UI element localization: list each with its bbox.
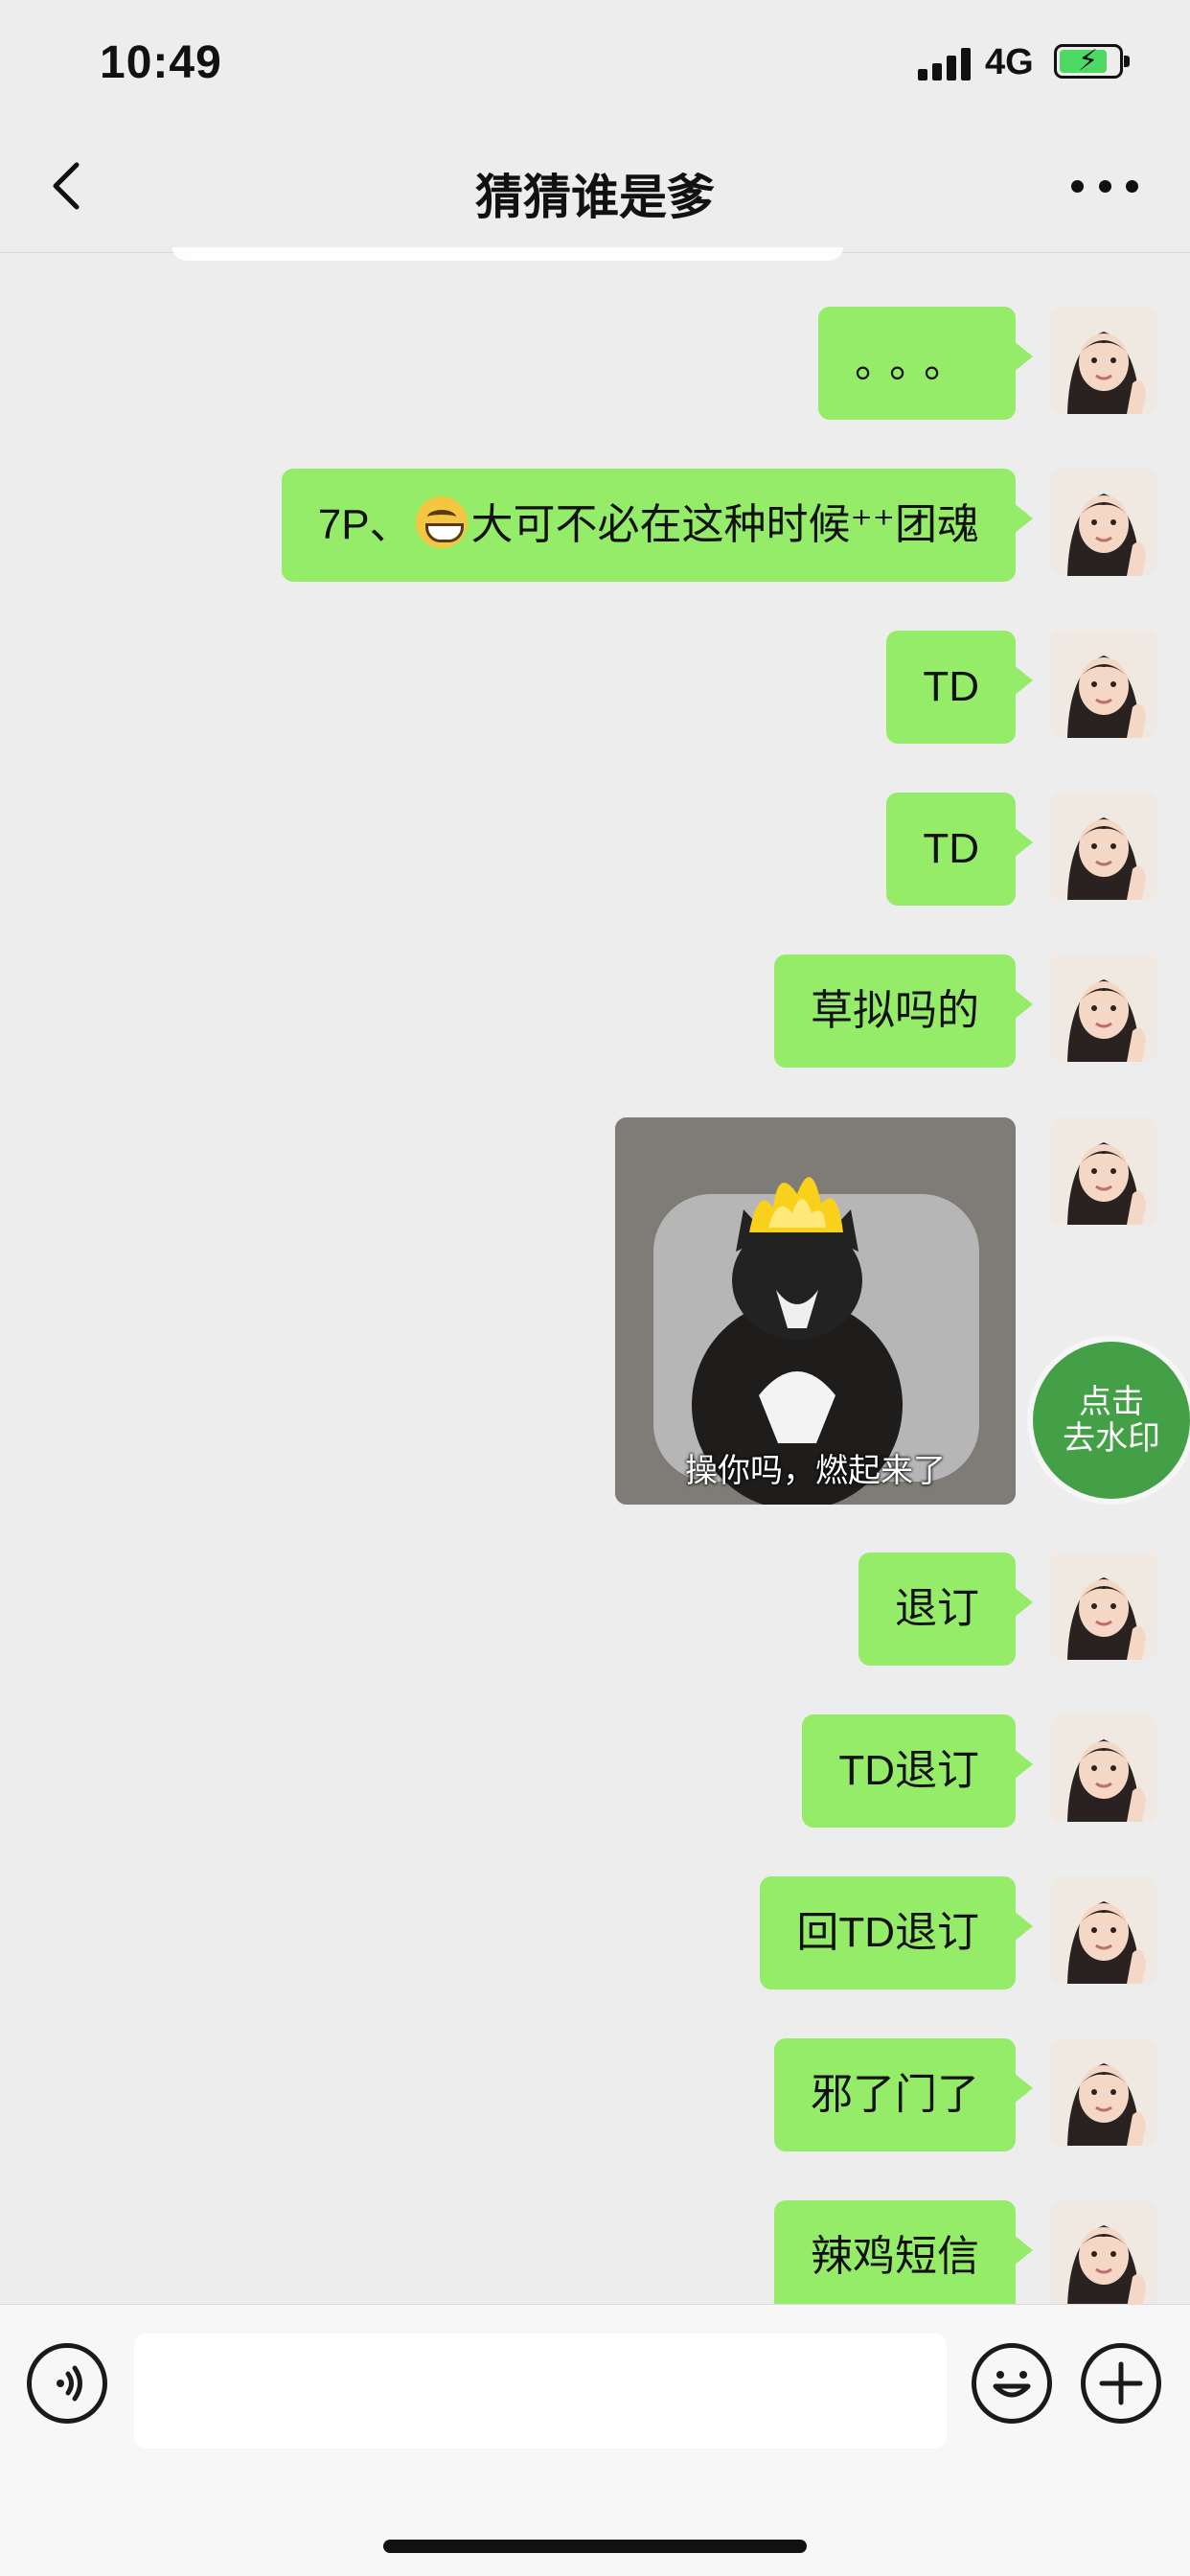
message-bubble[interactable]: TD <box>886 793 1033 906</box>
avatar[interactable] <box>1050 1552 1157 1660</box>
message-row: 辣鸡短信 <box>774 2200 1157 2313</box>
avatar[interactable] <box>1050 631 1157 738</box>
signal-icon <box>918 48 972 80</box>
message-bubble[interactable]: 辣鸡短信 <box>774 2200 1033 2313</box>
nav-bar: 猜猜谁是爹 <box>0 125 1190 253</box>
avatar[interactable] <box>1050 469 1157 576</box>
message-bubble[interactable]: 草拟吗的 <box>774 954 1033 1068</box>
message-bubble[interactable]: 。。。 <box>818 307 1033 420</box>
avatar[interactable] <box>1050 2038 1157 2146</box>
avatar[interactable] <box>1050 1714 1157 1822</box>
message-row: 邪了门了 <box>774 2038 1157 2151</box>
chat-title: 猜猜谁是爹 <box>475 171 715 224</box>
message-bubble[interactable]: TD退订 <box>802 1714 1033 1828</box>
message-bubble[interactable]: 回TD退订 <box>760 1876 1033 1990</box>
message-bubble[interactable]: 7P、 大可不必在这种时候⁺⁺团魂 <box>281 469 1034 582</box>
status-time: 10:49 <box>100 37 222 88</box>
message-bubble[interactable]: 退订 <box>858 1552 1033 1666</box>
sticker-caption: 操你吗，燃起来了 <box>685 1453 946 1489</box>
home-indicator <box>383 2540 807 2553</box>
remove-watermark-button[interactable]: 点击 去水印 <box>1033 1342 1190 1499</box>
message-input[interactable] <box>134 2334 947 2449</box>
pinned-bar-edge <box>172 247 843 261</box>
grinning-sweat-emoji-icon <box>415 496 468 548</box>
avatar[interactable] <box>1050 954 1157 1062</box>
emoji-icon[interactable] <box>972 2343 1052 2424</box>
message-text: 大可不必在这种时候⁺⁺团魂 <box>470 501 979 548</box>
voice-icon[interactable] <box>27 2343 107 2424</box>
message-row: TD <box>886 793 1157 906</box>
message-row: 回TD退订 <box>760 1876 1157 1990</box>
message-row: 7P、 大可不必在这种时候⁺⁺团魂 <box>281 469 1157 582</box>
avatar[interactable] <box>1050 307 1157 414</box>
status-bar: 10:49 4G ⚡ <box>0 0 1190 125</box>
message-row: 。。。 <box>818 307 1157 420</box>
cat-fire-sticker[interactable]: 操你吗，燃起来了 <box>615 1117 1016 1505</box>
avatar[interactable] <box>1050 793 1157 900</box>
badge-line2: 去水印 <box>1063 1420 1160 1457</box>
avatar[interactable] <box>1050 1117 1157 1225</box>
message-row: 退订 <box>858 1552 1157 1666</box>
message-bubble[interactable]: TD <box>886 631 1033 744</box>
message-row: TD <box>886 631 1157 744</box>
message-bubble[interactable]: 邪了门了 <box>774 2038 1033 2151</box>
badge-line1: 点击 <box>1079 1384 1144 1420</box>
battery-icon: ⚡ <box>1054 44 1130 79</box>
plus-icon[interactable] <box>1081 2343 1161 2424</box>
message-text: 7P、 <box>317 501 412 548</box>
more-icon[interactable] <box>1071 167 1138 205</box>
network-label: 4G <box>985 42 1034 82</box>
message-row: TD退订 <box>802 1714 1157 1828</box>
input-bar <box>0 2304 1190 2576</box>
message-row: 草拟吗的 <box>774 954 1157 1068</box>
avatar[interactable] <box>1050 1876 1157 1984</box>
avatar[interactable] <box>1050 2200 1157 2308</box>
